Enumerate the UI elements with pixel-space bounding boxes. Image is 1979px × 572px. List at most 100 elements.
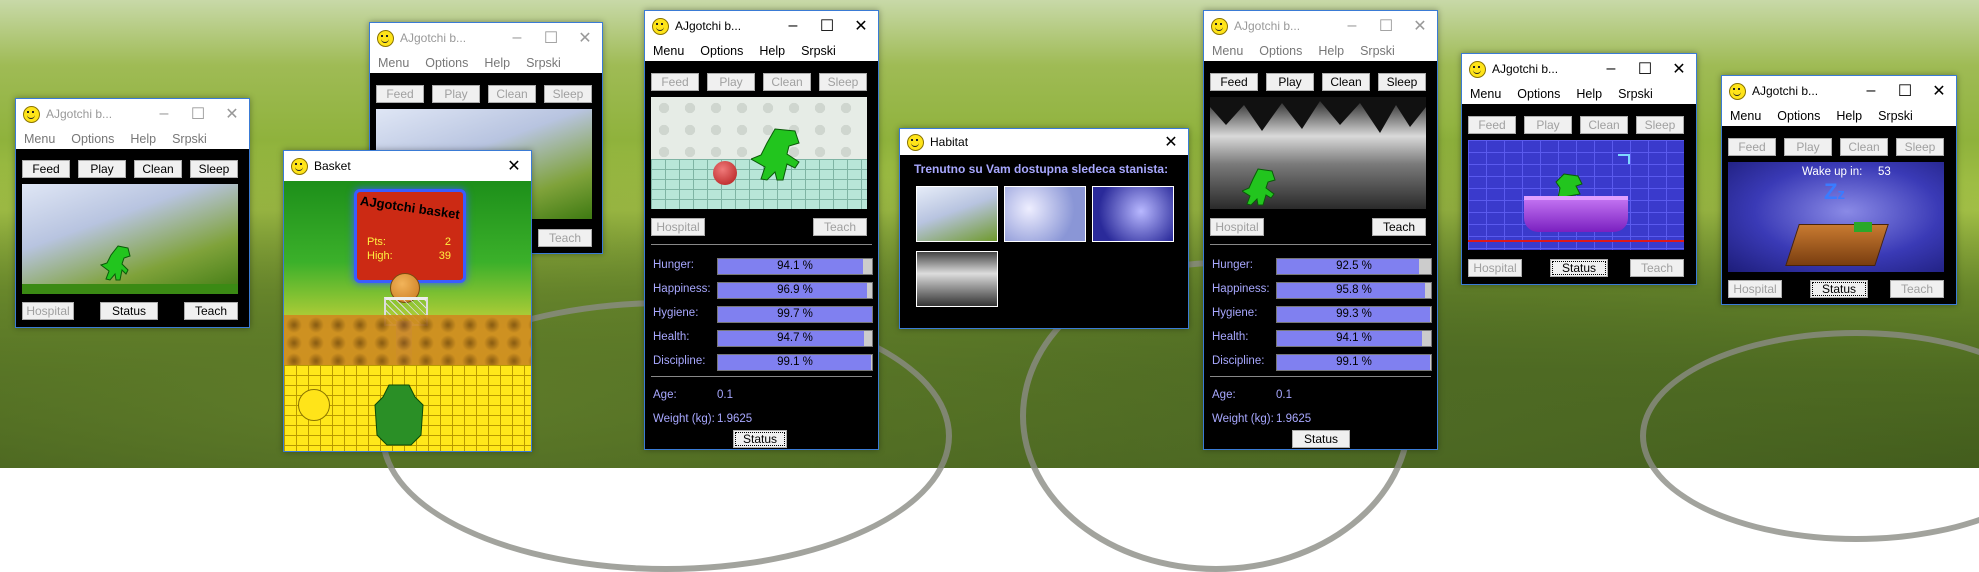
sleep-button[interactable]: Sleep — [819, 73, 867, 91]
teach-button[interactable]: Teach — [1372, 218, 1426, 236]
menu-item-srpski[interactable]: Srpski — [172, 132, 207, 146]
maximize-button[interactable]: ☐ — [534, 28, 568, 48]
title-bar[interactable]: AJgotchi b... – ☐ ✕ — [1204, 11, 1437, 41]
teach-button[interactable]: Teach — [1890, 280, 1944, 298]
feed-button[interactable]: Feed — [651, 73, 699, 91]
habitat-clouds-thumbnail[interactable] — [1004, 186, 1086, 242]
menu-item-help[interactable]: Help — [484, 56, 510, 70]
minimize-button[interactable]: – — [776, 17, 810, 35]
menu-item-options[interactable]: Options — [700, 44, 743, 58]
minimize-button[interactable]: – — [1854, 82, 1888, 100]
feed-button[interactable]: Feed — [22, 160, 70, 178]
menu-item-srpski[interactable]: Srpski — [526, 56, 561, 70]
minimize-button[interactable]: – — [1335, 17, 1369, 35]
clean-button[interactable]: Clean — [1580, 116, 1628, 134]
menu-item-menu[interactable]: Menu — [378, 56, 409, 70]
hospital-button[interactable]: Hospital — [22, 302, 74, 320]
hospital-button[interactable]: Hospital — [651, 218, 705, 236]
feed-button[interactable]: Feed — [1468, 116, 1516, 134]
habitat-meadow-thumbnail[interactable] — [916, 186, 998, 242]
clean-button[interactable]: Clean — [1840, 138, 1888, 156]
menu-item-options[interactable]: Options — [1517, 87, 1560, 101]
close-button[interactable]: ✕ — [1403, 16, 1437, 36]
maximize-button[interactable]: ☐ — [181, 104, 215, 124]
menu-item-options[interactable]: Options — [71, 132, 114, 146]
title-bar[interactable]: Basket ✕ — [284, 151, 531, 181]
sleep-button[interactable]: Sleep — [544, 85, 592, 103]
teach-button[interactable]: Teach — [538, 229, 592, 247]
minimize-button[interactable]: – — [500, 29, 534, 47]
play-button[interactable]: Play — [432, 85, 480, 103]
close-button[interactable]: ✕ — [215, 104, 249, 124]
play-button[interactable]: Play — [1784, 138, 1832, 156]
menu-item-options[interactable]: Options — [1259, 44, 1302, 58]
teach-button[interactable]: Teach — [1630, 259, 1684, 277]
menu-item-srpski[interactable]: Srpski — [1878, 109, 1913, 123]
smiley-face-icon — [298, 389, 330, 421]
menu-item-srpski[interactable]: Srpski — [1618, 87, 1653, 101]
status-button[interactable]: Status — [1550, 259, 1608, 277]
menu-item-options[interactable]: Options — [425, 56, 468, 70]
feed-button[interactable]: Feed — [1728, 138, 1776, 156]
teach-button[interactable]: Teach — [813, 218, 867, 236]
menu-item-menu[interactable]: Menu — [653, 44, 684, 58]
status-button[interactable]: Status — [1292, 430, 1350, 448]
menu-item-help[interactable]: Help — [1576, 87, 1602, 101]
close-button[interactable]: ✕ — [844, 16, 878, 36]
menu-item-menu[interactable]: Menu — [24, 132, 55, 146]
hunger-label: Hunger: — [1212, 259, 1253, 271]
minimize-button[interactable]: – — [147, 105, 181, 123]
menu-item-srpski[interactable]: Srpski — [1360, 44, 1395, 58]
close-button[interactable]: ✕ — [497, 156, 531, 176]
close-button[interactable]: ✕ — [1662, 59, 1696, 79]
menu-item-options[interactable]: Options — [1777, 109, 1820, 123]
clean-button[interactable]: Clean — [488, 85, 536, 103]
menu-item-help[interactable]: Help — [759, 44, 785, 58]
maximize-button[interactable]: ☐ — [810, 16, 844, 36]
title-bar[interactable]: AJgotchi b... – ☐ ✕ — [1722, 76, 1956, 106]
title-bar[interactable]: AJgotchi b... – ☐ ✕ — [645, 11, 878, 41]
hospital-button[interactable]: Hospital — [1468, 259, 1522, 277]
maximize-button[interactable]: ☐ — [1628, 59, 1662, 79]
menu-item-help[interactable]: Help — [1836, 109, 1862, 123]
status-button[interactable]: Status — [100, 302, 158, 320]
menu-item-menu[interactable]: Menu — [1212, 44, 1243, 58]
smiley-app-icon — [23, 105, 40, 123]
sleep-button[interactable]: Sleep — [1896, 138, 1944, 156]
clean-button[interactable]: Clean — [134, 160, 182, 178]
sleep-button[interactable]: Sleep — [190, 160, 238, 178]
title-bar[interactable]: AJgotchi b... – ☐ ✕ — [370, 23, 602, 53]
menu-item-menu[interactable]: Menu — [1730, 109, 1761, 123]
status-button[interactable]: Status — [733, 430, 787, 448]
play-button[interactable]: Play — [1266, 73, 1314, 91]
close-button[interactable]: ✕ — [1154, 132, 1188, 152]
maximize-button[interactable]: ☐ — [1888, 81, 1922, 101]
sleep-button[interactable]: Sleep — [1636, 116, 1684, 134]
title-bar[interactable]: AJgotchi b... – ☐ ✕ — [16, 99, 249, 129]
menu-item-help[interactable]: Help — [130, 132, 156, 146]
sleep-button[interactable]: Sleep — [1378, 73, 1426, 91]
teach-button[interactable]: Teach — [184, 302, 238, 320]
habitat-night-thumbnail[interactable] — [1092, 186, 1174, 242]
title-bar[interactable]: Habitat ✕ — [900, 129, 1188, 155]
dinosaur-pet — [100, 245, 131, 281]
minimize-button[interactable]: – — [1594, 60, 1628, 78]
hospital-button[interactable]: Hospital — [1728, 280, 1782, 298]
feed-button[interactable]: Feed — [376, 85, 424, 103]
play-button[interactable]: Play — [1524, 116, 1572, 134]
play-button[interactable]: Play — [78, 160, 126, 178]
menu-item-help[interactable]: Help — [1318, 44, 1344, 58]
feed-button[interactable]: Feed — [1210, 73, 1258, 91]
habitat-cave-thumbnail[interactable] — [916, 251, 998, 307]
hospital-button[interactable]: Hospital — [1210, 218, 1264, 236]
menu-item-menu[interactable]: Menu — [1470, 87, 1501, 101]
close-button[interactable]: ✕ — [568, 28, 602, 48]
title-bar[interactable]: AJgotchi b... – ☐ ✕ — [1462, 54, 1696, 84]
clean-button[interactable]: Clean — [1322, 73, 1370, 91]
close-button[interactable]: ✕ — [1922, 81, 1956, 101]
menu-item-srpski[interactable]: Srpski — [801, 44, 836, 58]
clean-button[interactable]: Clean — [763, 73, 811, 91]
maximize-button[interactable]: ☐ — [1369, 16, 1403, 36]
status-button[interactable]: Status — [1810, 280, 1868, 298]
play-button[interactable]: Play — [707, 73, 755, 91]
